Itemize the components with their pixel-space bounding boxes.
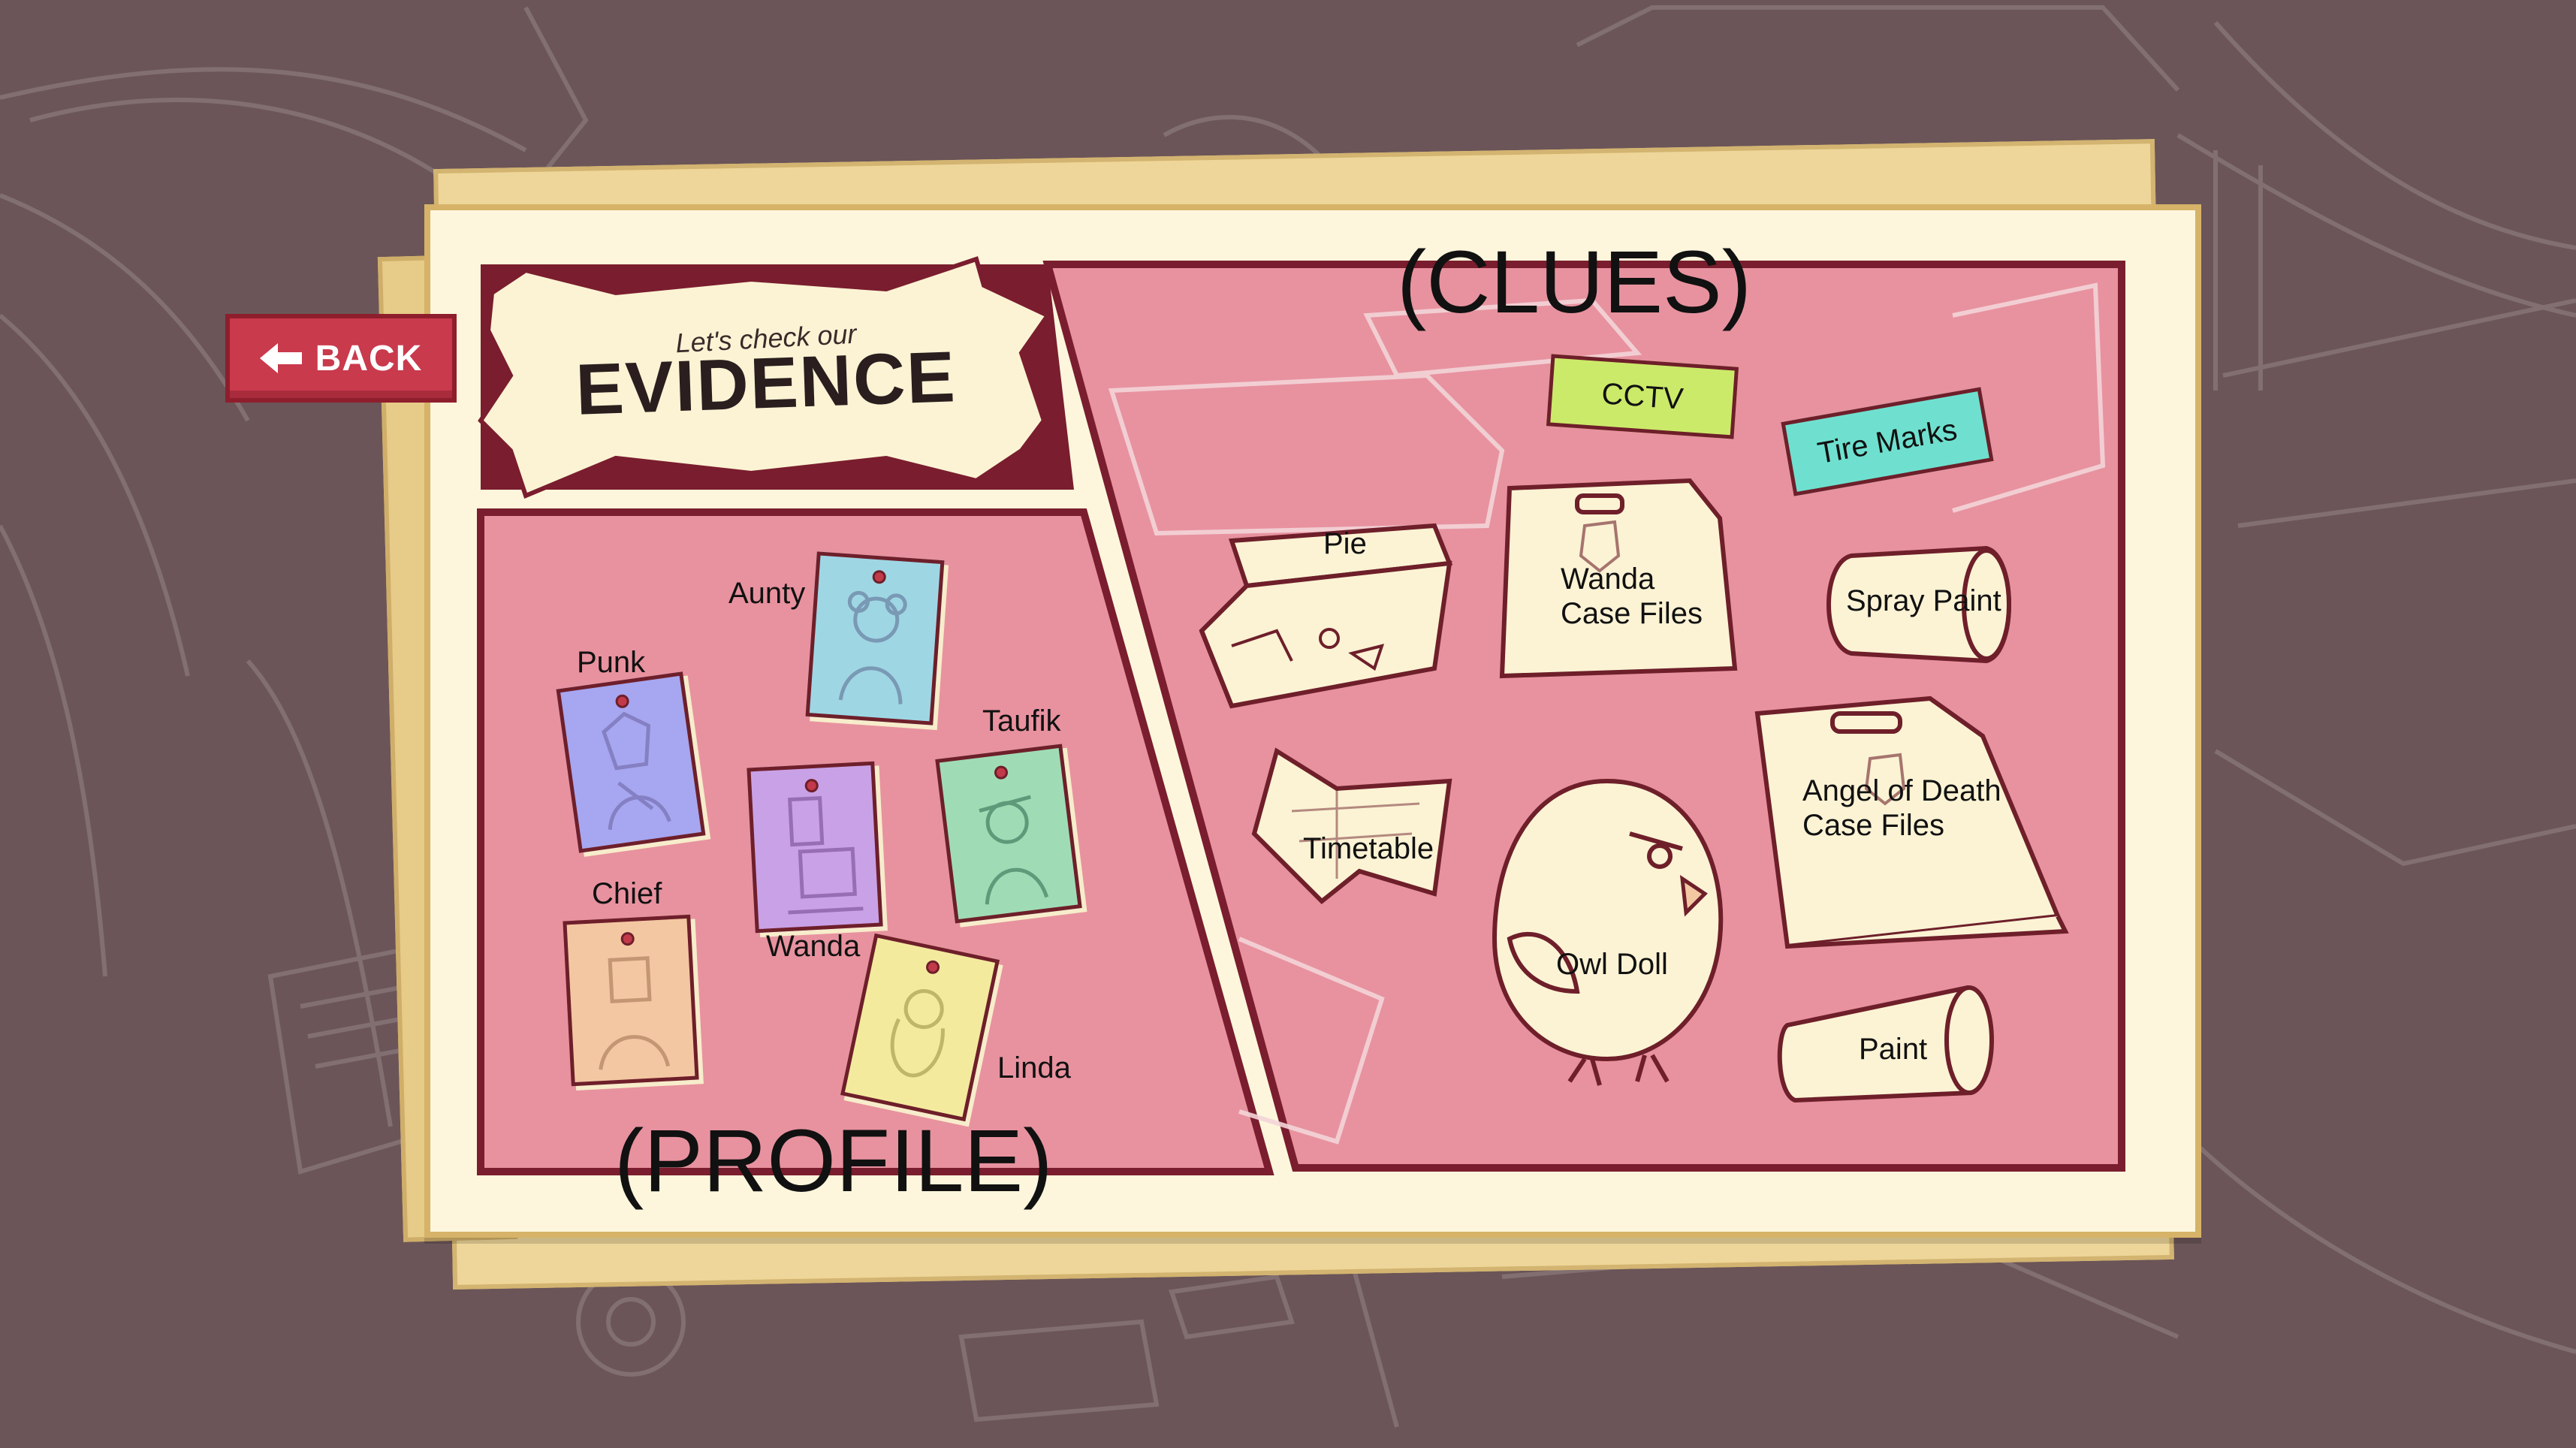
profile-label-punk: Punk bbox=[577, 646, 646, 679]
pie-box-icon[interactable] bbox=[1187, 481, 1472, 721]
punk-portrait-icon bbox=[602, 711, 671, 830]
taufik-portrait-icon bbox=[979, 795, 1049, 905]
owl-doll-icon[interactable] bbox=[1480, 766, 1735, 1097]
profile-card-aunty[interactable] bbox=[805, 551, 945, 726]
arrow-left-icon bbox=[259, 343, 302, 373]
profile-card-taufik[interactable] bbox=[935, 744, 1082, 924]
clue-label-cctv: CCTV bbox=[1600, 376, 1685, 416]
profile-label-chief: Chief bbox=[592, 877, 662, 910]
profile-section-label: (PROFILE) bbox=[614, 1112, 1053, 1211]
profile-label-taufik: Taufik bbox=[982, 704, 1061, 738]
clue-label-timetable: Timetable bbox=[1303, 832, 1434, 865]
chief-portrait-icon bbox=[599, 956, 671, 1070]
profile-card-punk[interactable] bbox=[556, 671, 706, 853]
clue-label-owl-doll: Owl Doll bbox=[1556, 948, 1668, 981]
wanda-portrait-icon bbox=[788, 795, 864, 915]
back-button[interactable]: BACK bbox=[225, 314, 457, 403]
clue-label-paint: Paint bbox=[1859, 1033, 1928, 1066]
timetable-icon[interactable] bbox=[1247, 744, 1472, 909]
clue-cctv[interactable]: CCTV bbox=[1546, 354, 1739, 439]
clues-section-label: (CLUES) bbox=[1397, 233, 1752, 332]
profile-label-aunty: Aunty bbox=[728, 577, 806, 610]
clue-label-angel-of-death-case-files: Angel of Death Case Files bbox=[1802, 774, 2001, 842]
clue-label-spray-paint: Spray Paint bbox=[1846, 584, 2001, 617]
profile-card-wanda[interactable] bbox=[747, 761, 883, 934]
clue-label-pie: Pie bbox=[1323, 527, 1367, 560]
clue-label-tire-marks: Tire Marks bbox=[1814, 412, 1960, 470]
profile-card-chief[interactable] bbox=[563, 914, 699, 1087]
aunty-portrait-icon bbox=[838, 590, 907, 704]
page-title: EVIDENCE bbox=[574, 336, 958, 430]
back-button-label: BACK bbox=[315, 338, 423, 379]
clue-label-wanda-case-files: Wanda Case Files bbox=[1561, 563, 1703, 630]
profile-label-linda: Linda bbox=[997, 1051, 1071, 1084]
profile-label-wanda: Wanda bbox=[766, 930, 861, 963]
